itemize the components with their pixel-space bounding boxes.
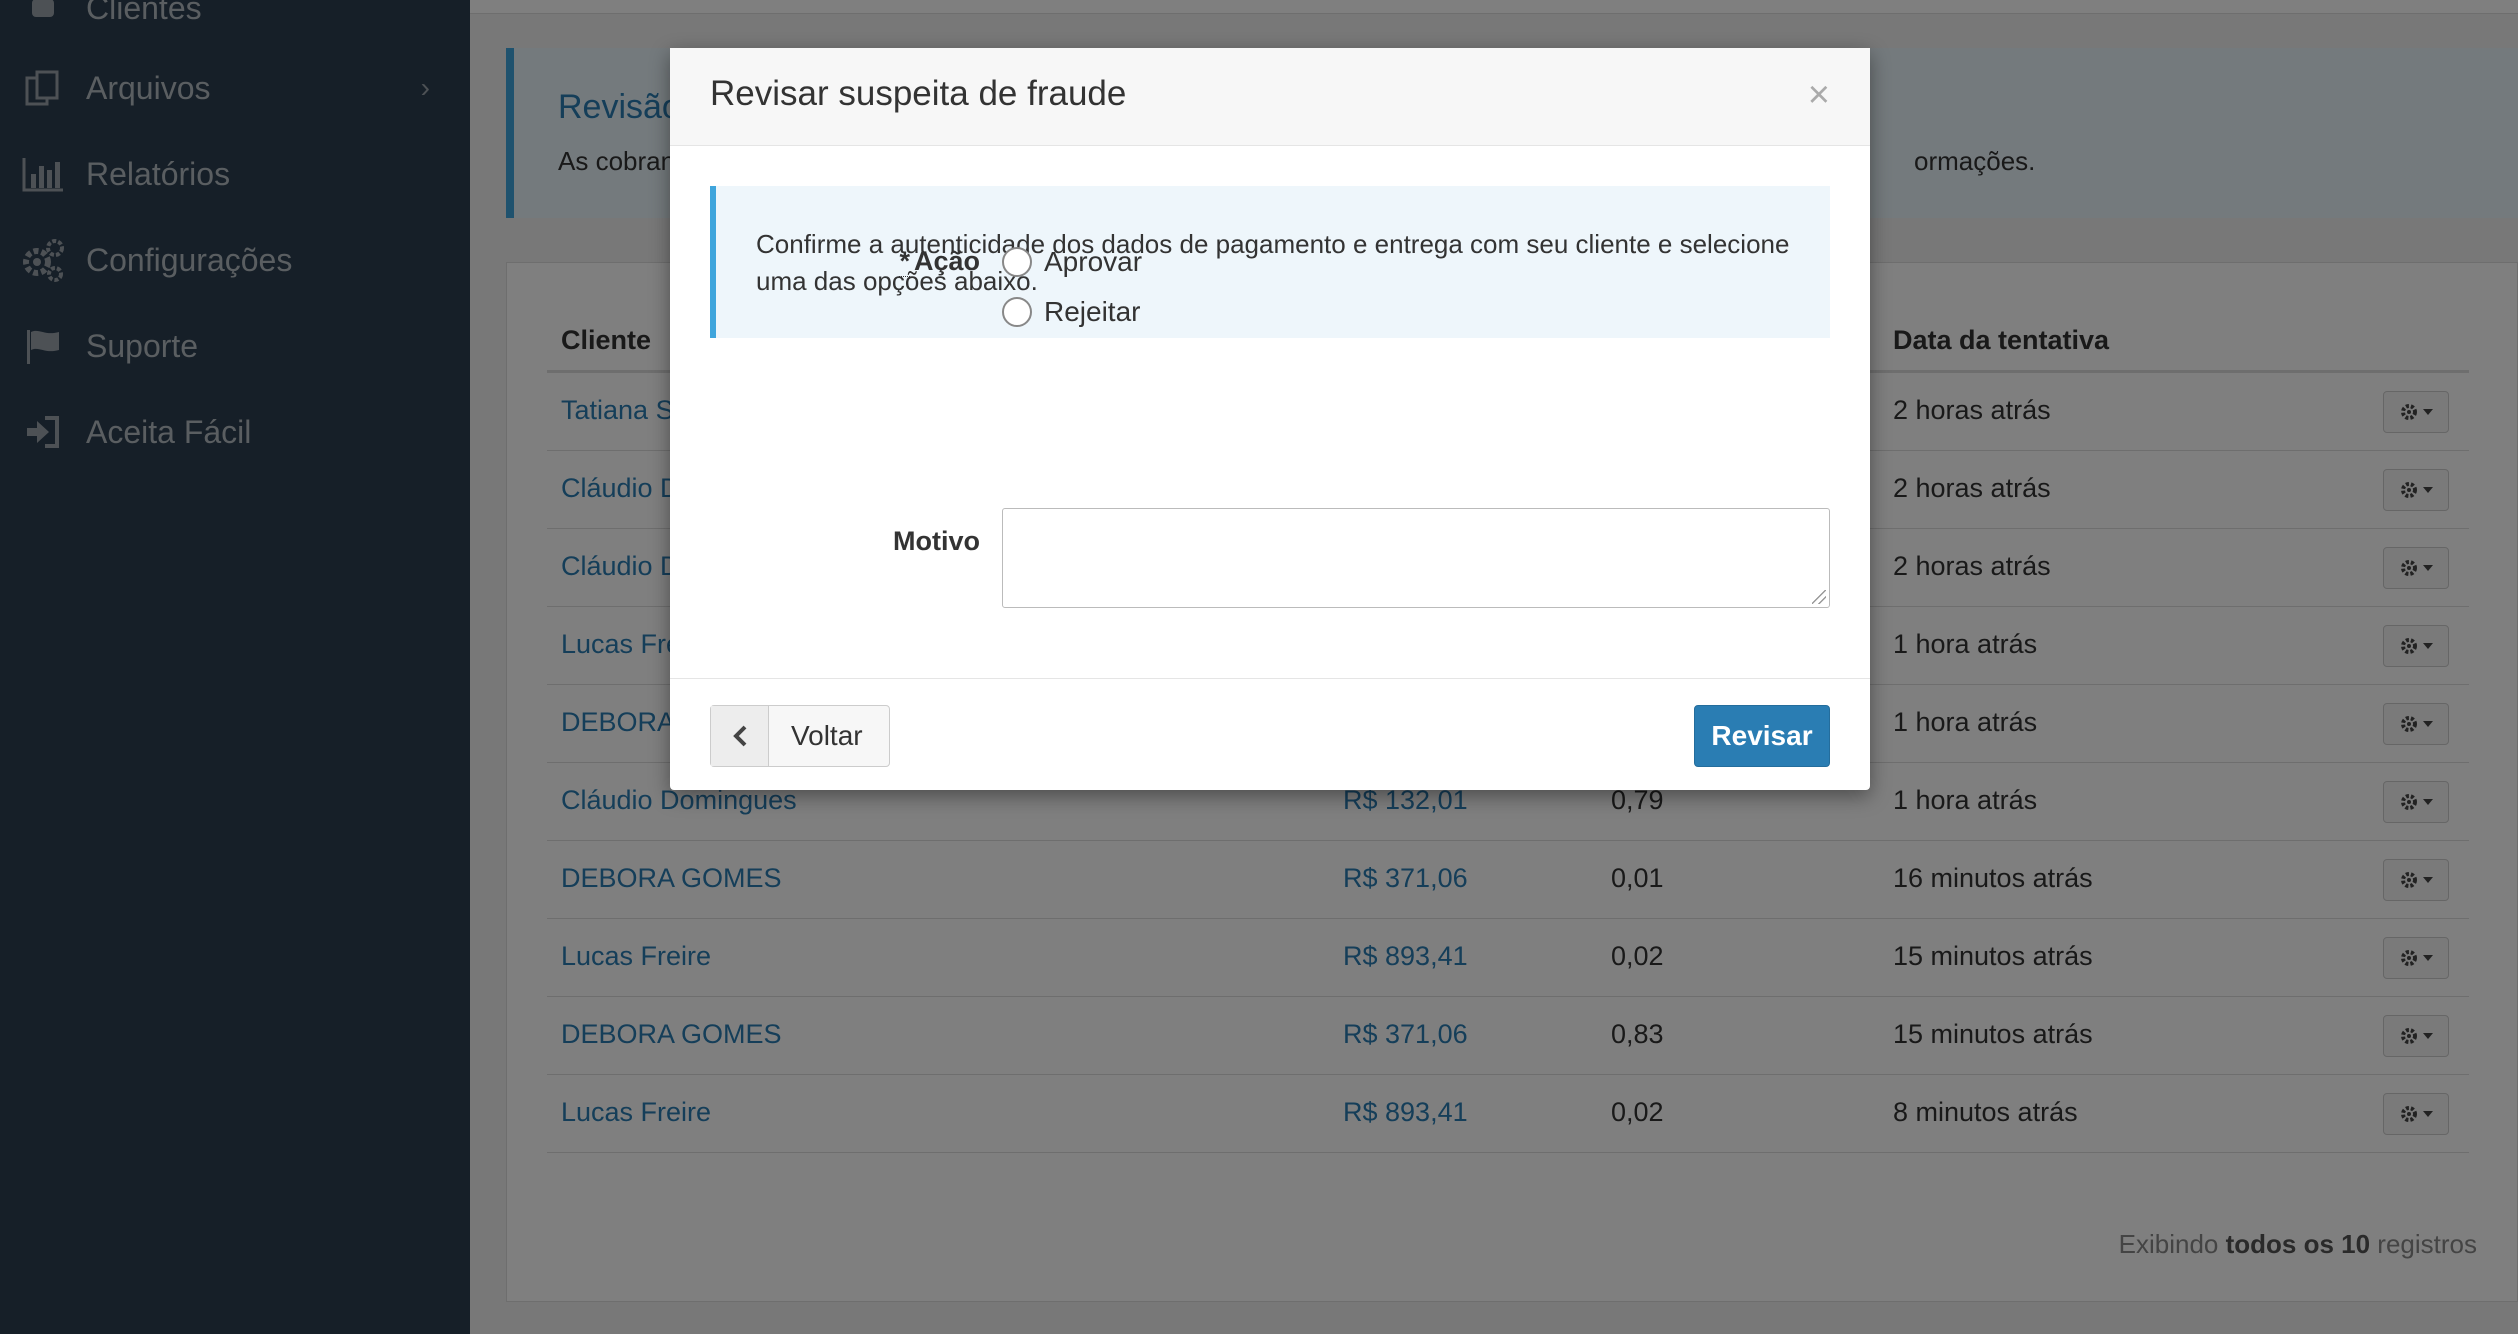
back-button[interactable]: Voltar — [710, 705, 890, 767]
resize-grip-icon[interactable] — [1812, 590, 1826, 604]
acao-label: * Ação — [899, 246, 980, 277]
radio-aprovar[interactable]: Aprovar — [1002, 246, 1142, 278]
chevron-left-icon — [711, 706, 769, 766]
modal-header: Revisar suspeita de fraude × — [670, 48, 1870, 146]
radio-label-aprovar: Aprovar — [1044, 246, 1143, 277]
required-marker: * — [899, 246, 910, 277]
close-icon[interactable]: × — [1808, 76, 1830, 114]
radio-label-rejeitar: Rejeitar — [1044, 296, 1141, 327]
motivo-textarea[interactable] — [1002, 508, 1830, 608]
radio-rejeitar[interactable]: Rejeitar — [1002, 296, 1140, 328]
fraud-review-modal: Revisar suspeita de fraude × Confirme a … — [670, 48, 1870, 790]
radio-circle[interactable] — [1002, 247, 1032, 277]
revisar-button[interactable]: Revisar — [1694, 705, 1830, 767]
motivo-label: Motivo — [893, 526, 980, 556]
back-button-label: Voltar — [791, 720, 863, 751]
modal-title: Revisar suspeita de fraude — [710, 74, 1127, 113]
radio-circle[interactable] — [1002, 297, 1032, 327]
modal-footer: Voltar Revisar — [670, 678, 1870, 790]
